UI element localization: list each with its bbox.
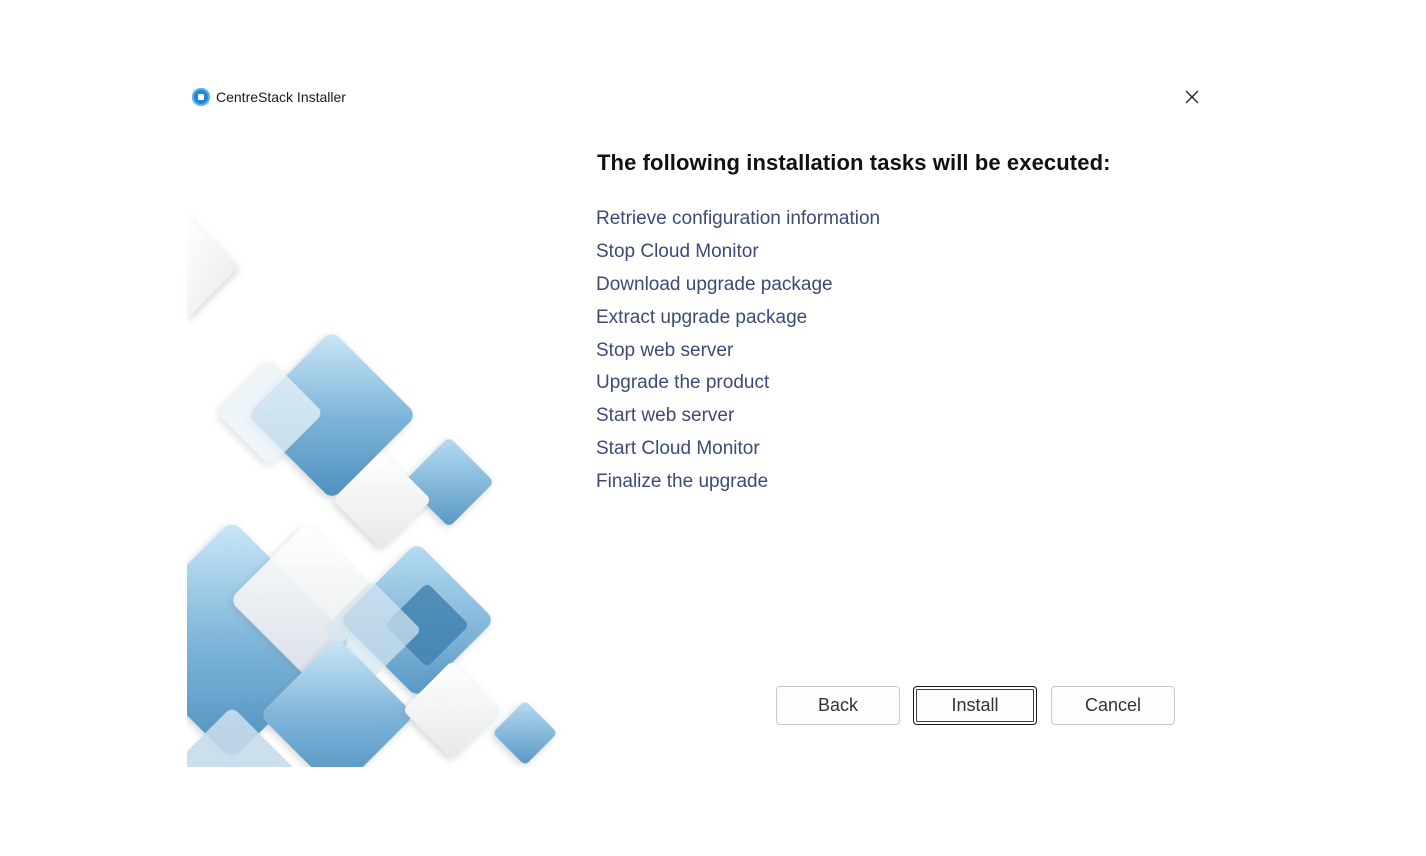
install-button[interactable]: Install [913, 686, 1037, 725]
centrestack-logo-icon [192, 88, 210, 106]
close-button[interactable] [1180, 84, 1204, 110]
task-item: Extract upgrade package [596, 306, 808, 328]
task-item: Finalize the upgrade [596, 471, 769, 493]
task-item: Upgrade the product [596, 372, 770, 394]
task-item: Stop web server [596, 339, 734, 361]
decorative-artwork [187, 205, 565, 767]
back-button[interactable]: Back [776, 686, 900, 725]
installer-window: CentreStack Installer The following inst… [0, 0, 1426, 856]
title-bar: CentreStack Installer [190, 84, 1210, 112]
window-title: CentreStack Installer [216, 89, 346, 105]
task-item: Retrieve configuration information [596, 208, 881, 229]
cancel-button[interactable]: Cancel [1051, 686, 1175, 725]
task-list: Retrieve configuration information Stop … [596, 206, 880, 502]
task-item: Stop Cloud Monitor [596, 240, 759, 262]
task-item: Start Cloud Monitor [596, 438, 760, 460]
task-item: Start web server [596, 405, 735, 427]
task-item: Download upgrade package [596, 273, 833, 295]
diamond-pattern-image [187, 215, 556, 767]
page-heading: The following installation tasks will be… [597, 150, 1111, 175]
close-icon [1185, 90, 1199, 104]
